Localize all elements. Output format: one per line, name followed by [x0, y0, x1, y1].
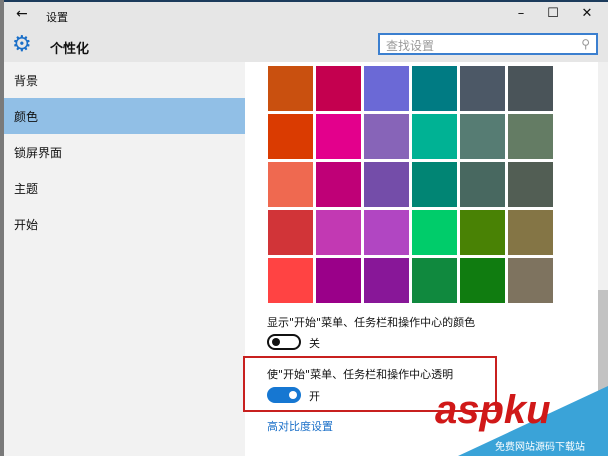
- color-swatch[interactable]: [316, 162, 361, 207]
- color-swatch[interactable]: [268, 210, 313, 255]
- title-bar: ← 设置 – ☐ ✕: [4, 0, 608, 30]
- sidebar-item-lock-screen[interactable]: 锁屏界面: [4, 134, 245, 170]
- minimize-button[interactable]: –: [506, 6, 536, 21]
- color-swatch[interactable]: [508, 114, 553, 159]
- color-swatch[interactable]: [460, 210, 505, 255]
- sidebar: 背景 颜色 锁屏界面 主题 开始: [4, 62, 245, 456]
- window-title: 设置: [46, 11, 68, 24]
- sidebar-item-background[interactable]: 背景: [4, 62, 245, 98]
- color-swatch[interactable]: [460, 114, 505, 159]
- color-swatch[interactable]: [268, 114, 313, 159]
- color-swatch[interactable]: [412, 66, 457, 111]
- color-swatch[interactable]: [316, 66, 361, 111]
- color-swatch[interactable]: [268, 66, 313, 111]
- color-swatch[interactable]: [508, 210, 553, 255]
- color-swatch[interactable]: [316, 210, 361, 255]
- color-swatch[interactable]: [268, 258, 313, 303]
- sidebar-item-start[interactable]: 开始: [4, 206, 245, 242]
- color-swatch[interactable]: [364, 162, 409, 207]
- search-input[interactable]: 查找设置 ⚲: [378, 33, 598, 55]
- color-swatch[interactable]: [364, 210, 409, 255]
- color-swatch[interactable]: [508, 258, 553, 303]
- close-button[interactable]: ✕: [572, 6, 602, 21]
- color-swatch[interactable]: [412, 258, 457, 303]
- color-swatch[interactable]: [364, 258, 409, 303]
- color-swatch[interactable]: [412, 210, 457, 255]
- color-swatch[interactable]: [364, 114, 409, 159]
- watermark-logo: aspku 免费网站源码下载站: [435, 386, 608, 456]
- color-swatch[interactable]: [268, 162, 313, 207]
- search-icon: ⚲: [581, 37, 590, 51]
- color-swatch[interactable]: [508, 66, 553, 111]
- maximize-button[interactable]: ☐: [538, 6, 568, 21]
- sidebar-item-colors[interactable]: 颜色: [4, 98, 245, 134]
- sidebar-item-themes[interactable]: 主题: [4, 170, 245, 206]
- color-swatch[interactable]: [460, 66, 505, 111]
- color-swatch[interactable]: [364, 66, 409, 111]
- page-title: 个性化: [50, 42, 90, 57]
- color-swatch[interactable]: [460, 162, 505, 207]
- show-color-label: 显示"开始"菜单、任务栏和操作中心的颜色: [267, 316, 476, 329]
- color-swatch[interactable]: [412, 162, 457, 207]
- page-header: ⚙ 个性化 查找设置 ⚲: [4, 30, 608, 62]
- high-contrast-link[interactable]: 高对比度设置: [267, 418, 333, 434]
- search-placeholder: 查找设置: [386, 39, 435, 53]
- color-swatch[interactable]: [508, 162, 553, 207]
- color-swatch[interactable]: [412, 114, 457, 159]
- color-swatch[interactable]: [316, 258, 361, 303]
- color-swatch[interactable]: [316, 114, 361, 159]
- color-swatch[interactable]: [460, 258, 505, 303]
- gear-icon: ⚙: [12, 32, 32, 57]
- show-color-toggle[interactable]: [267, 334, 301, 350]
- show-color-state: 关: [309, 337, 320, 350]
- back-button[interactable]: ←: [16, 6, 28, 22]
